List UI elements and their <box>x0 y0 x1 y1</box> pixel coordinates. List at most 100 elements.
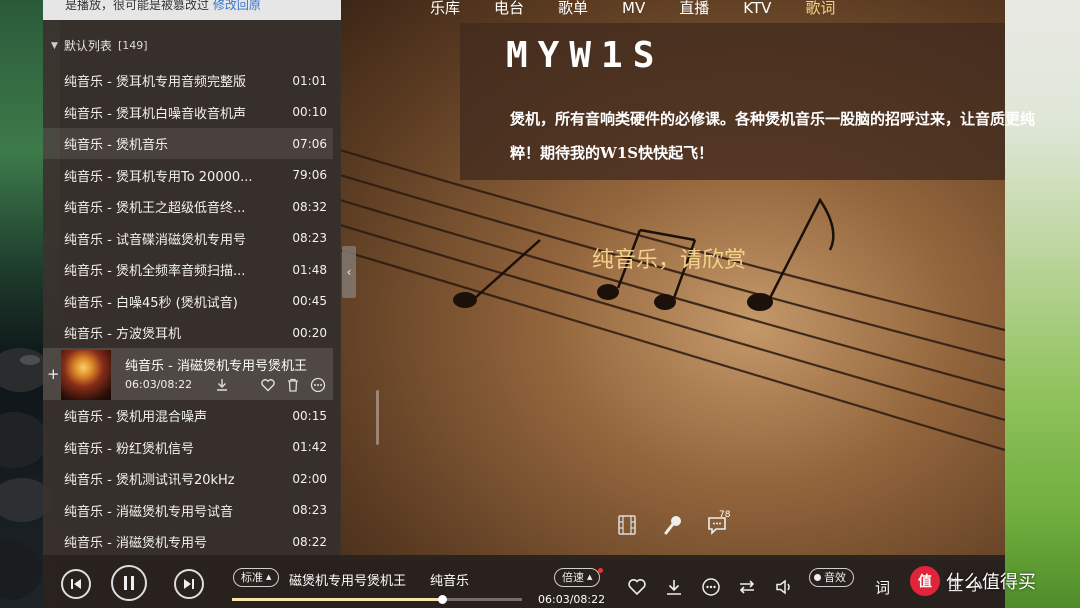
track-title: 纯音乐 - 白噪45秒 (煲机试音) <box>64 295 238 311</box>
track-row[interactable]: 纯音乐 - 消磁煲机专用号试音 08:23 <box>43 495 333 526</box>
heart-icon[interactable] <box>627 577 647 597</box>
track-duration: 08:23 <box>292 503 327 517</box>
pause-icon <box>124 576 134 590</box>
speed-notification-dot <box>598 568 603 573</box>
album-cover <box>61 350 111 400</box>
repeat-icon[interactable] <box>737 577 757 597</box>
info-card-description: 煲机，所有音响类硬件的必修课。各种煲机音乐一股脑的招呼过来，让音质更纯粹！期待我… <box>510 110 1036 162</box>
track-duration: 01:48 <box>292 262 327 277</box>
playlist-scrollbar[interactable] <box>376 390 379 445</box>
lyric-line: 纯音乐，请欣赏 <box>592 248 747 273</box>
download-icon[interactable] <box>664 577 684 597</box>
bar-time: 06:03/08:22 <box>538 593 606 606</box>
track-duration: 01:42 <box>292 440 327 454</box>
next-button[interactable] <box>174 569 204 599</box>
track-row[interactable]: 纯音乐 - 粉红煲机信号 01:42 <box>43 432 333 463</box>
notice-message: 是播放，很可能是被篡改过 <box>65 0 210 12</box>
track-title: 纯音乐 - 煲机用混合噪声 <box>64 410 207 425</box>
track-row[interactable]: 纯音乐 - 煲耳机专用音频完整版 01:01 <box>43 65 333 96</box>
track-duration: 00:15 <box>292 408 327 423</box>
track-row[interactable]: 纯音乐 - 试音碟消磁煲机专用号 08:23 <box>43 223 333 254</box>
track-row[interactable]: 纯音乐 - 方波煲耳机 00:20 <box>43 317 333 348</box>
microphone-icon[interactable] <box>662 514 684 536</box>
heart-icon[interactable] <box>260 377 276 393</box>
watermark-logo: 值 <box>910 566 940 596</box>
track-row[interactable]: 纯音乐 - 煲机音乐 07:06 <box>43 128 333 159</box>
film-icon[interactable] <box>616 514 638 536</box>
progress-bar[interactable] <box>232 595 522 604</box>
bar-song-title: 磁煲机专用号煲机王 <box>289 574 407 589</box>
progress-fill <box>232 598 443 601</box>
track-duration: 79:06 <box>292 168 327 182</box>
quality-label: 标准 <box>241 571 263 584</box>
playlist-panel: 是播放，很可能是被篡改过 修改回原 ▼ 默认列表 [149] 纯音乐 - 煲耳机… <box>43 0 379 557</box>
track-title: 纯音乐 - 煲机王之超级低音终... <box>64 201 246 216</box>
nav-item[interactable]: 乐库 <box>430 0 460 20</box>
nav-item[interactable]: 直播 <box>679 0 709 20</box>
right-background <box>1005 0 1080 608</box>
pause-button[interactable] <box>111 565 147 601</box>
nav-item[interactable]: 歌单 <box>558 0 588 20</box>
track-row[interactable]: 纯音乐 - 消磁煲机专用号 08:22 <box>43 526 333 557</box>
track-title: 纯音乐 - 煲机音乐 <box>64 138 168 153</box>
track-duration: 02:00 <box>292 471 327 486</box>
track-row[interactable]: 纯音乐 - 煲机用混合噪声 00:15 <box>43 400 333 431</box>
more-icon[interactable] <box>701 577 721 597</box>
track-duration: 01:01 <box>292 73 327 88</box>
track-row[interactable]: 纯音乐 - 煲机王之超级低音终... 08:32 <box>43 191 333 222</box>
now-playing-time: 06:03/08:22 <box>125 378 193 391</box>
track-duration: 00:20 <box>292 325 327 340</box>
track-title: 纯音乐 - 方波煲耳机 <box>64 327 181 342</box>
nav-item[interactable]: 歌词 <box>805 0 835 20</box>
skip-forward-icon <box>184 579 194 589</box>
track-duration: 08:22 <box>292 534 327 549</box>
track-title: 纯音乐 - 煲耳机专用To 20000... <box>64 169 253 185</box>
playlist-name: 默认列表 <box>63 39 112 53</box>
nav-item[interactable]: 电台 <box>494 0 524 20</box>
track-title: 纯音乐 - 煲机全频率音频扫描... <box>64 264 246 279</box>
track-title: 纯音乐 - 粉红煲机信号 <box>64 441 194 457</box>
track-row[interactable]: 纯音乐 - 煲耳机专用To 20000... 79:06 <box>43 160 333 191</box>
progress-knob[interactable] <box>438 595 448 604</box>
notice-text: 是播放，很可能是被篡改过 修改回原 <box>65 0 261 13</box>
notice-strip: 是播放，很可能是被篡改过 修改回原 <box>43 0 341 20</box>
player-bar: 标准 ▲ 磁煲机专用号煲机王 纯音乐 倍速 ▲ 06:03/08:22 音效 词 生… <box>43 555 1005 608</box>
track-row[interactable]: 纯音乐 - 白噪45秒 (煲机试音) 00:45 <box>43 286 333 317</box>
top-nav: 乐库 电台 歌单 MV 直播 KTV 歌词 <box>430 0 930 20</box>
speed-label: 倍速 <box>562 571 584 584</box>
volume-icon[interactable] <box>774 577 794 597</box>
add-icon[interactable]: + <box>47 365 60 383</box>
quality-selector[interactable]: 标准 ▲ <box>233 568 280 587</box>
restore-link[interactable]: 修改回原 <box>213 0 261 12</box>
track-duration: 00:45 <box>292 294 327 308</box>
download-icon[interactable] <box>214 377 230 393</box>
bar-artist[interactable]: 纯音乐 <box>430 570 469 589</box>
sound-effect-button[interactable]: 音效 <box>809 568 854 587</box>
more-icon[interactable] <box>310 377 326 393</box>
track-duration: 00:10 <box>292 105 327 119</box>
sound-effect-label: 音效 <box>824 571 846 584</box>
lyric-toggle-button[interactable]: 词 <box>875 577 890 598</box>
nav-item[interactable]: KTV <box>743 0 771 20</box>
collapse-panel-handle[interactable]: ‹ <box>342 246 356 298</box>
track-row[interactable]: 纯音乐 - 煲耳机白噪音收音机声 00:10 <box>43 97 333 128</box>
trash-icon[interactable] <box>285 377 301 393</box>
track-title: 纯音乐 - 试音碟消磁煲机专用号 <box>64 232 246 248</box>
speed-selector[interactable]: 倍速 ▲ <box>554 568 601 587</box>
track-duration: 08:32 <box>292 199 327 214</box>
chevron-down-icon: ▼ <box>51 40 58 51</box>
sound-effect-dot-icon <box>814 574 821 581</box>
skip-back-icon <box>71 579 81 589</box>
triangle-up-icon: ▲ <box>266 573 272 581</box>
playlist-header[interactable]: ▼ 默认列表 [149] <box>51 37 148 54</box>
watermark-logo-char: 值 <box>918 574 932 590</box>
nav-item[interactable]: MV <box>622 0 645 20</box>
track-row[interactable]: 纯音乐 - 煲机测试讯号20kHz 02:00 <box>43 463 333 494</box>
previous-button[interactable] <box>61 569 91 599</box>
playlist-count: [149] <box>117 39 148 52</box>
track-title: 纯音乐 - 消磁煲机专用号试音 <box>64 504 233 520</box>
chevron-left-icon: ‹ <box>346 265 352 279</box>
track-duration: 08:23 <box>292 231 327 245</box>
track-row[interactable]: 纯音乐 - 煲机全频率音频扫描... 01:48 <box>43 254 333 285</box>
now-playing-row[interactable]: + 纯音乐 - 消磁煲机专用号煲机王 06:03/08:22 <box>43 348 333 400</box>
